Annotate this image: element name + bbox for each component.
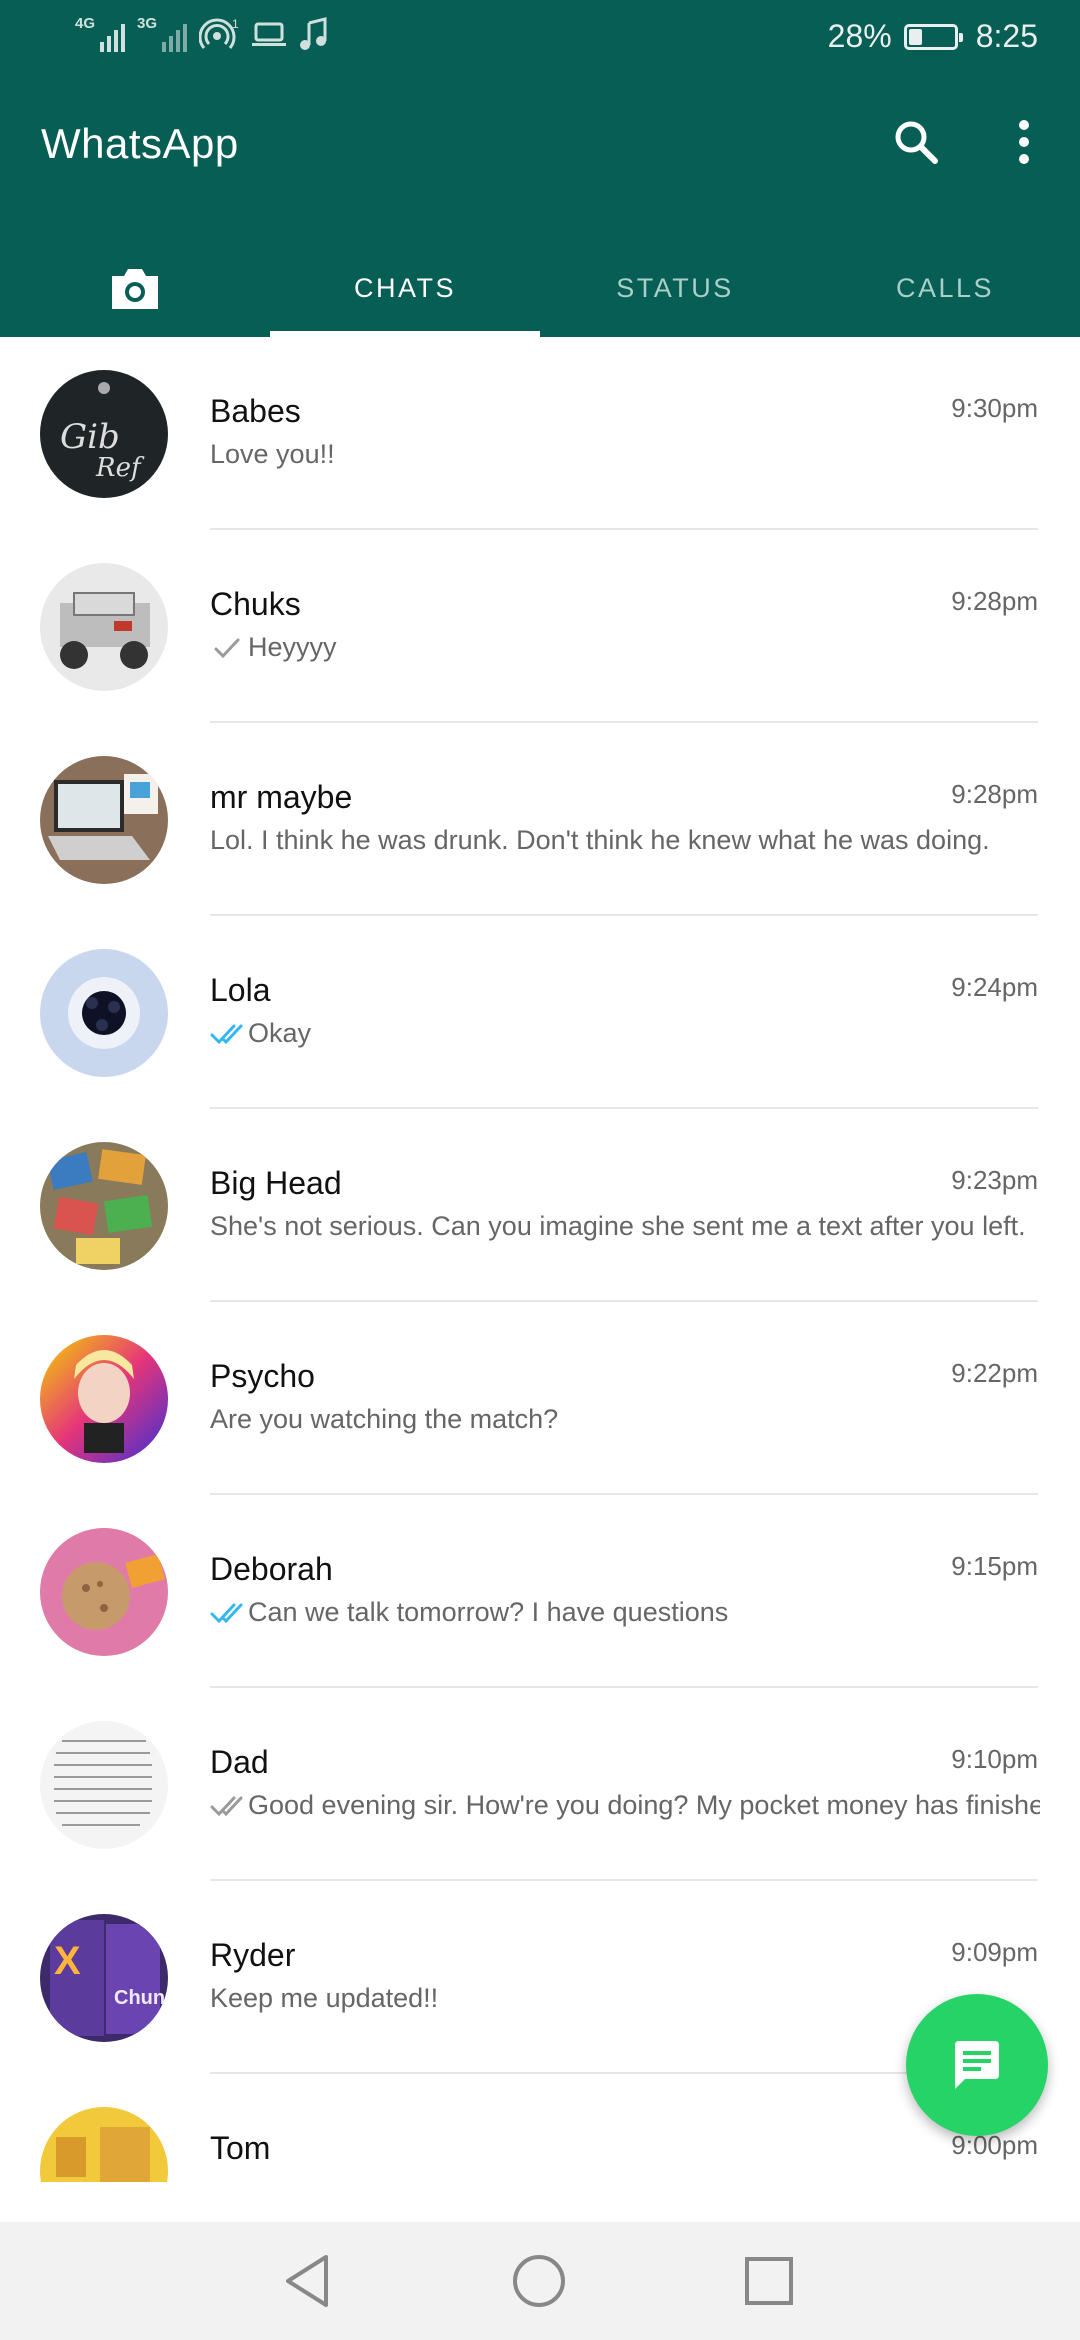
tab-camera[interactable] xyxy=(0,240,270,337)
single-check-icon xyxy=(210,636,244,660)
avatar[interactable] xyxy=(40,949,168,1077)
status-bar-right: 28% 8:25 xyxy=(828,18,1038,55)
app-header: 4G 3G 1 28% 8:25 WhatsApp CHATS STATUS C… xyxy=(0,0,1080,337)
laptop-icon xyxy=(252,22,287,46)
chat-message-preview: Keep me updated!! xyxy=(210,1983,1040,2014)
chat-time: 9:28pm xyxy=(951,586,1038,616)
avatar[interactable] xyxy=(40,756,168,884)
chat-time: 9:15pm xyxy=(951,1551,1038,1581)
chat-message-text: Good evening sir. How're you doing? My p… xyxy=(248,1790,1040,1820)
chat-time: 9:23pm xyxy=(951,1165,1038,1195)
new-chat-button[interactable] xyxy=(906,1994,1048,2136)
status-bar: 4G 3G 1 28% 8:25 xyxy=(0,0,1080,75)
chat-row-dad[interactable]: Dad 9:10pm Good evening sir. How're you do… xyxy=(0,1688,1080,1881)
signal-3g-icon: 3G xyxy=(137,15,188,52)
avatar[interactable] xyxy=(40,1528,168,1656)
network-4g-label: 4G xyxy=(75,15,96,32)
chat-name: Dad xyxy=(210,1744,269,1780)
chat-message-preview: Love you!! xyxy=(210,439,1040,470)
chat-time: 9:09pm xyxy=(951,1937,1038,1967)
chat-message-preview: She's not serious. Can you imagine she s… xyxy=(210,1211,1040,1242)
chat-message-text: Heyyyy xyxy=(248,632,337,662)
chat-time: 9:10pm xyxy=(951,1744,1038,1774)
back-icon[interactable] xyxy=(272,2246,342,2316)
double-check-icon xyxy=(210,1794,244,1818)
avatar[interactable]: X Chun xyxy=(40,1914,168,2042)
chat-row-mr-maybe[interactable]: mr maybe 9:28pm Lol. I think he was drunk.… xyxy=(0,723,1080,916)
tab-calls[interactable]: CALLS xyxy=(810,240,1080,337)
recents-icon[interactable] xyxy=(734,2246,804,2316)
chat-name: Chuks xyxy=(210,586,301,622)
chat-message-text: Lol. I think he was drunk. Don't think h… xyxy=(210,825,990,855)
chat-message-preview: Heyyyy xyxy=(210,632,1040,663)
more-vertical-icon[interactable] xyxy=(994,112,1054,172)
chat-message-text: Okay xyxy=(248,1018,312,1048)
chat-message-preview: Can we talk tomorrow? I have questions xyxy=(210,1597,1040,1628)
battery-percent: 28% xyxy=(827,18,892,54)
status-time: 8:25 xyxy=(975,18,1038,54)
tab-bar: CHATS STATUS CALLS xyxy=(0,240,1080,337)
app-title: WhatsApp xyxy=(41,120,239,167)
double-check-icon xyxy=(210,1601,244,1625)
chat-name: Big Head xyxy=(210,1165,342,1201)
chat-row-chuks[interactable]: Chuks 9:28pm Heyyyy xyxy=(0,530,1080,723)
svg-text:Ref: Ref xyxy=(95,453,145,483)
svg-text:X: X xyxy=(54,1939,81,1983)
status-bar-left: 4G 3G 1 xyxy=(75,16,329,52)
avatar[interactable] xyxy=(40,2107,168,2182)
hotspot-icon: 1 xyxy=(199,17,239,49)
chat-list: Gib Ref Babes 9:30pm Love you!! Chuks 9:28pm He… xyxy=(0,337,1080,2182)
avatar[interactable] xyxy=(40,563,168,691)
avatar[interactable] xyxy=(40,1142,168,1270)
chat-row-lola[interactable]: Lola 9:24pm Okay xyxy=(0,916,1080,1109)
music-note-icon xyxy=(300,17,327,50)
new-chat-icon xyxy=(955,2041,999,2089)
search-icon[interactable] xyxy=(886,112,946,172)
chat-message-text: Love you!! xyxy=(210,439,335,469)
chat-name: Psycho xyxy=(210,1358,315,1394)
chat-name: Deborah xyxy=(210,1551,333,1587)
chat-row-babes[interactable]: Gib Ref Babes 9:30pm Love you!! xyxy=(0,337,1080,530)
chat-name: Ryder xyxy=(210,1937,296,1973)
chat-message-preview: Are you watching the match? xyxy=(210,1404,1040,1435)
svg-text:Gib: Gib xyxy=(60,417,120,457)
chat-row-deborah[interactable]: Deborah 9:15pm Can we talk tomorrow? I hav… xyxy=(0,1495,1080,1688)
chat-name: mr maybe xyxy=(210,779,353,815)
svg-text:Chun: Chun xyxy=(114,1987,165,2009)
system-nav-bar xyxy=(0,2222,1080,2340)
home-icon[interactable] xyxy=(504,2246,574,2316)
chat-time: 9:30pm xyxy=(951,393,1038,423)
chat-row-big-head[interactable]: Big Head 9:23pm She's not serious. Can you… xyxy=(0,1109,1080,1302)
chat-message-text: Can we talk tomorrow? I have questions xyxy=(248,1597,729,1627)
chat-message-text: She's not serious. Can you imagine she s… xyxy=(210,1211,1026,1241)
signal-4g-icon: 4G xyxy=(75,15,126,52)
hotspot-count: 1 xyxy=(232,17,239,31)
network-3g-label: 3G xyxy=(137,15,158,32)
avatar[interactable] xyxy=(40,1721,168,1849)
chat-time: 9:28pm xyxy=(951,779,1038,809)
chat-message-text: Are you watching the match? xyxy=(210,1404,559,1434)
chat-message-text: Keep me updated!! xyxy=(210,1983,439,2013)
avatar[interactable]: Gib Ref xyxy=(40,370,168,498)
avatar[interactable] xyxy=(40,1335,168,1463)
tab-status[interactable]: STATUS xyxy=(540,240,810,337)
battery-level xyxy=(908,28,922,45)
chat-name: Babes xyxy=(210,393,301,429)
chat-time: 9:24pm xyxy=(951,972,1038,1002)
chat-message-preview: Okay xyxy=(210,1018,1040,1049)
double-check-icon xyxy=(210,1022,244,1046)
chat-message-preview: Lol. I think he was drunk. Don't think h… xyxy=(210,825,1040,856)
camera-icon xyxy=(112,268,158,309)
battery-icon xyxy=(903,23,963,50)
chat-message-preview: Good evening sir. How're you doing? My p… xyxy=(210,1790,1040,1821)
chat-name: Lola xyxy=(210,972,271,1008)
chat-time: 9:22pm xyxy=(951,1358,1038,1388)
chat-name: Tom xyxy=(210,2130,271,2166)
tab-chats[interactable]: CHATS xyxy=(270,240,540,337)
chat-row-psycho[interactable]: Psycho 9:22pm Are you watching the match? xyxy=(0,1302,1080,1495)
